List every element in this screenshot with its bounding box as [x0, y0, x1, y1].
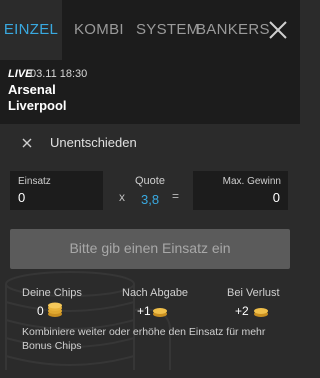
coin-icon — [153, 308, 167, 317]
on-loss-label: Bei Verlust — [227, 287, 280, 299]
tab-einzel[interactable]: EINZEL — [0, 0, 62, 60]
home-team: Arsenal — [8, 82, 56, 97]
max-gain-box: Max. Gewinn 0 — [193, 171, 288, 210]
remove-selection-icon[interactable] — [20, 136, 34, 150]
coin-stack-icon — [48, 302, 62, 317]
tab-system[interactable]: SYSTEM — [136, 0, 199, 60]
live-badge: LIVE — [8, 68, 33, 80]
stake-input[interactable]: Einsatz 0 — [10, 171, 103, 210]
stake-label: Einsatz — [18, 176, 51, 187]
max-gain-value: 0 — [272, 190, 280, 205]
tab-kombi[interactable]: KOMBI — [74, 0, 124, 60]
match-info: LIVE 03.11 18:30 Arsenal Liverpool — [0, 60, 300, 124]
multiply-sign: x — [119, 190, 125, 204]
close-icon[interactable] — [266, 18, 290, 42]
away-team: Liverpool — [8, 98, 67, 113]
quote-label: Quote — [135, 175, 165, 187]
equals-sign: = — [172, 189, 180, 203]
selection-label: Unentschieden — [50, 135, 137, 150]
place-bet-button[interactable]: Bitte gib einen Einsatz ein — [10, 229, 290, 269]
stake-value[interactable]: 0 — [18, 190, 25, 205]
quote-value: 3,8 — [141, 192, 160, 207]
coin-icon — [254, 308, 268, 317]
on-loss-value: +2 — [235, 304, 249, 318]
chips-label: Deine Chips — [22, 287, 82, 299]
after-submit-value: +1 — [137, 304, 151, 318]
match-datetime: 03.11 18:30 — [30, 68, 88, 80]
bonus-hint: Kombiniere weiter oder erhöhe den Einsat… — [22, 326, 266, 352]
place-bet-label: Bitte gib einen Einsatz ein — [69, 240, 231, 256]
after-submit-label: Nach Abgabe — [122, 287, 189, 299]
chips-value: 0 — [37, 304, 44, 318]
tab-bankers[interactable]: BANKERS — [196, 0, 270, 60]
bet-type-tabs: EINZEL KOMBI SYSTEM BANKERS — [0, 0, 300, 60]
max-gain-label: Max. Gewinn — [222, 176, 281, 187]
